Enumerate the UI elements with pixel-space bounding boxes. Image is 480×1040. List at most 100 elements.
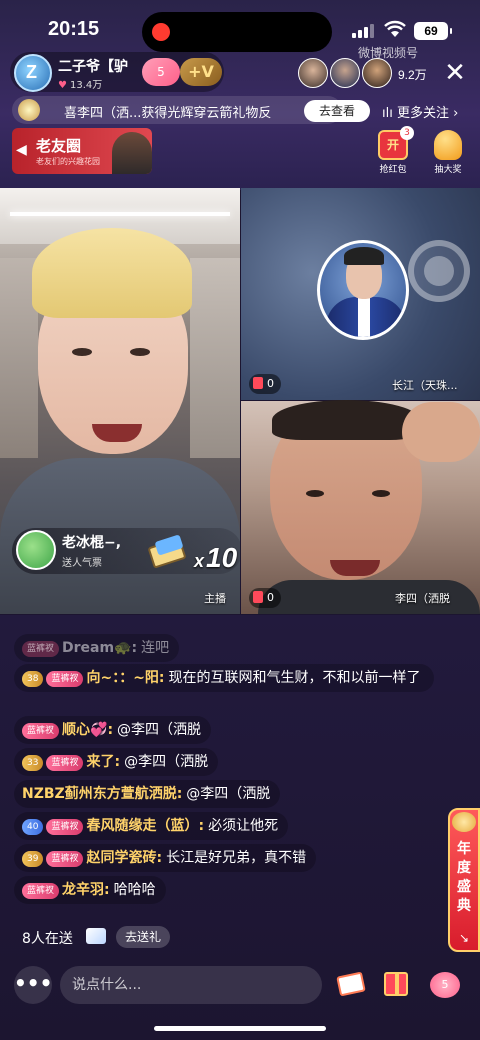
fan-badge: 蓝裤衩 [46, 671, 84, 687]
annual-gala-text: 年度盛典 [457, 841, 471, 914]
chevron-left-icon: ◀ [16, 142, 27, 158]
viewer-avatar-1[interactable] [298, 58, 328, 88]
chat-message[interactable]: NZBZ蓟州东方萱航洒脱: @李四（洒脱 [14, 780, 281, 808]
gift-senders-count: 8人在送 [22, 931, 73, 947]
guest-2-eye [306, 490, 324, 497]
wifi-icon [384, 20, 406, 37]
ticket-gift-button[interactable] [332, 968, 368, 1002]
chat-text: @李四（洒脱 [186, 786, 271, 802]
comment-input[interactable]: 说点什么... [60, 966, 322, 1004]
more-options-button[interactable]: ••• [14, 966, 52, 1004]
gift-sender-name: 老冰棍−, [62, 535, 122, 551]
host-likes: ♥ 13.4万 [58, 76, 102, 91]
chat-username[interactable]: Dream🐢: [62, 640, 137, 656]
blurred-object [408, 240, 470, 302]
chat-message[interactable]: 38 蓝裤衩 向~：：~阳: 现在的互联网和气生财，不和以前一样了 [14, 664, 434, 692]
arrow-icon: ↘ [458, 931, 470, 945]
view-button[interactable]: 去查看 [304, 100, 370, 122]
close-button[interactable]: ✕ [442, 58, 468, 88]
viewer-count[interactable]: 9.2万 [398, 66, 427, 83]
chat-text: 长江是好兄弟，真不错 [166, 850, 307, 866]
home-indicator[interactable] [154, 1026, 326, 1031]
lottery-button[interactable]: 抽大奖 [428, 130, 468, 175]
chat-message[interactable]: 蓝裤衩 龙辛羽: 哈哈哈 [14, 876, 166, 904]
chat-text: @李四（洒脱 [124, 754, 209, 770]
cellular-signal-icon [352, 24, 376, 38]
chat-username[interactable]: 赵同学瓷砖: [86, 850, 162, 866]
guest-1-gift-count: 0 [249, 374, 281, 394]
recording-indicator-icon [152, 23, 170, 41]
gift-multiplier-value: 10 [206, 542, 238, 573]
background-shelf [190, 258, 240, 458]
gift-sender-avatar[interactable] [16, 530, 56, 570]
heart-icon: ♥ [58, 80, 67, 91]
chevron-right-icon: › [448, 106, 459, 121]
level-badge: 38 [22, 671, 44, 687]
like-button[interactable]: 5 [426, 968, 462, 1002]
anchor-label: 主播 [204, 592, 226, 605]
fan-badge: 蓝裤衩 [46, 755, 84, 771]
viewer-avatar-3[interactable] [362, 58, 392, 88]
red-packet-label: 抢红包 [379, 165, 407, 175]
guest-hair [344, 247, 384, 265]
marquee-text: 喜李四（洒...获得光辉穿云箭礼物反 [64, 106, 272, 121]
chat-username[interactable]: 春风随缘走（蓝）: [86, 818, 204, 834]
guest-2-hair [272, 400, 420, 440]
more-follow-label: 更多关注 [396, 106, 449, 121]
host-avatar[interactable] [14, 54, 52, 92]
trophy-icon [18, 99, 40, 121]
level-badge: 40 [22, 819, 44, 835]
ticket-icon [86, 928, 106, 944]
friend-circle-title: 老友圈 [36, 137, 82, 155]
chat-username[interactable]: 向~：：~阳: [86, 670, 164, 686]
guest-1-avatar [317, 240, 409, 340]
chat-text: @李四（洒脱 [117, 722, 202, 738]
chat-message[interactable]: 33 蓝裤衩 来了: @李四（洒脱 [14, 748, 219, 776]
red-packet-count: 3 [400, 126, 414, 140]
fan-club-badge[interactable]: 5 [142, 58, 180, 86]
guest-shirt [358, 297, 370, 337]
more-follow-link[interactable]: ılı 更多关注 › [382, 102, 458, 121]
bars-icon: ılı [382, 106, 397, 121]
chat-text: 必须让他死 [208, 818, 279, 834]
lion-icon [452, 812, 476, 832]
chat-message[interactable]: 蓝裤衩 顺心💞: @李四（洒脱 [14, 716, 212, 744]
chat-message[interactable]: 39 蓝裤衩 赵同学瓷砖: 长江是好兄弟，真不错 [14, 844, 317, 872]
viewer-avatar-2[interactable] [330, 58, 360, 88]
announcement-marquee[interactable]: 喜李四（洒...获得光辉穿云箭礼物反 [12, 96, 342, 124]
chat-text: 现在的互联网和气生财，不和以前一样了 [168, 670, 421, 686]
chat-username[interactable]: 顺心💞: [62, 722, 113, 738]
platform-watermark: 微博视频号 [358, 46, 419, 60]
chat-message[interactable]: 40 蓝裤衩 春风随缘走（蓝）: 必须让他死 [14, 812, 289, 840]
lottery-bag-icon [434, 130, 462, 160]
status-time: 20:15 [48, 18, 100, 40]
fan-badge: 蓝裤衩 [22, 883, 60, 899]
chat-username[interactable]: NZBZ蓟州东方萱航洒脱: [22, 786, 182, 802]
follow-button[interactable]: +V [180, 58, 222, 86]
friend-circle-banner[interactable]: ◀ 老友圈 老友们的兴趣花园 [12, 128, 152, 174]
gift-button[interactable] [378, 968, 414, 1002]
host-likes-count: 13.4万 [69, 80, 103, 91]
dynamic-island [142, 12, 332, 52]
host-eye [130, 348, 150, 356]
chat-text: 连吧 [141, 640, 170, 656]
red-packet-button[interactable]: 开 3 抢红包 [374, 126, 414, 175]
gift-icon [253, 591, 263, 603]
guest-2-eye [372, 490, 390, 497]
friend-circle-subtitle: 老友们的兴趣花园 [36, 157, 100, 166]
level-badge: 33 [22, 755, 44, 771]
chat-message[interactable]: 蓝裤衩 Dream🐢: 连吧 [14, 634, 180, 662]
lottery-label: 抽大奖 [434, 165, 462, 175]
ceiling-light [10, 212, 230, 216]
gift-icon [253, 377, 263, 389]
send-gift-button[interactable]: 去送礼 [116, 926, 170, 948]
guest-1-gift-value: 0 [267, 377, 274, 390]
host-eye [72, 348, 92, 356]
guest-video-1[interactable] [241, 188, 480, 400]
battery-icon: 69 [414, 22, 452, 40]
chat-username[interactable]: 龙辛羽: [62, 882, 110, 898]
fan-badge: 蓝裤衩 [46, 851, 84, 867]
chat-username[interactable]: 来了: [86, 754, 120, 770]
level-badge: 39 [22, 851, 44, 867]
guest-2-hand [402, 402, 480, 462]
